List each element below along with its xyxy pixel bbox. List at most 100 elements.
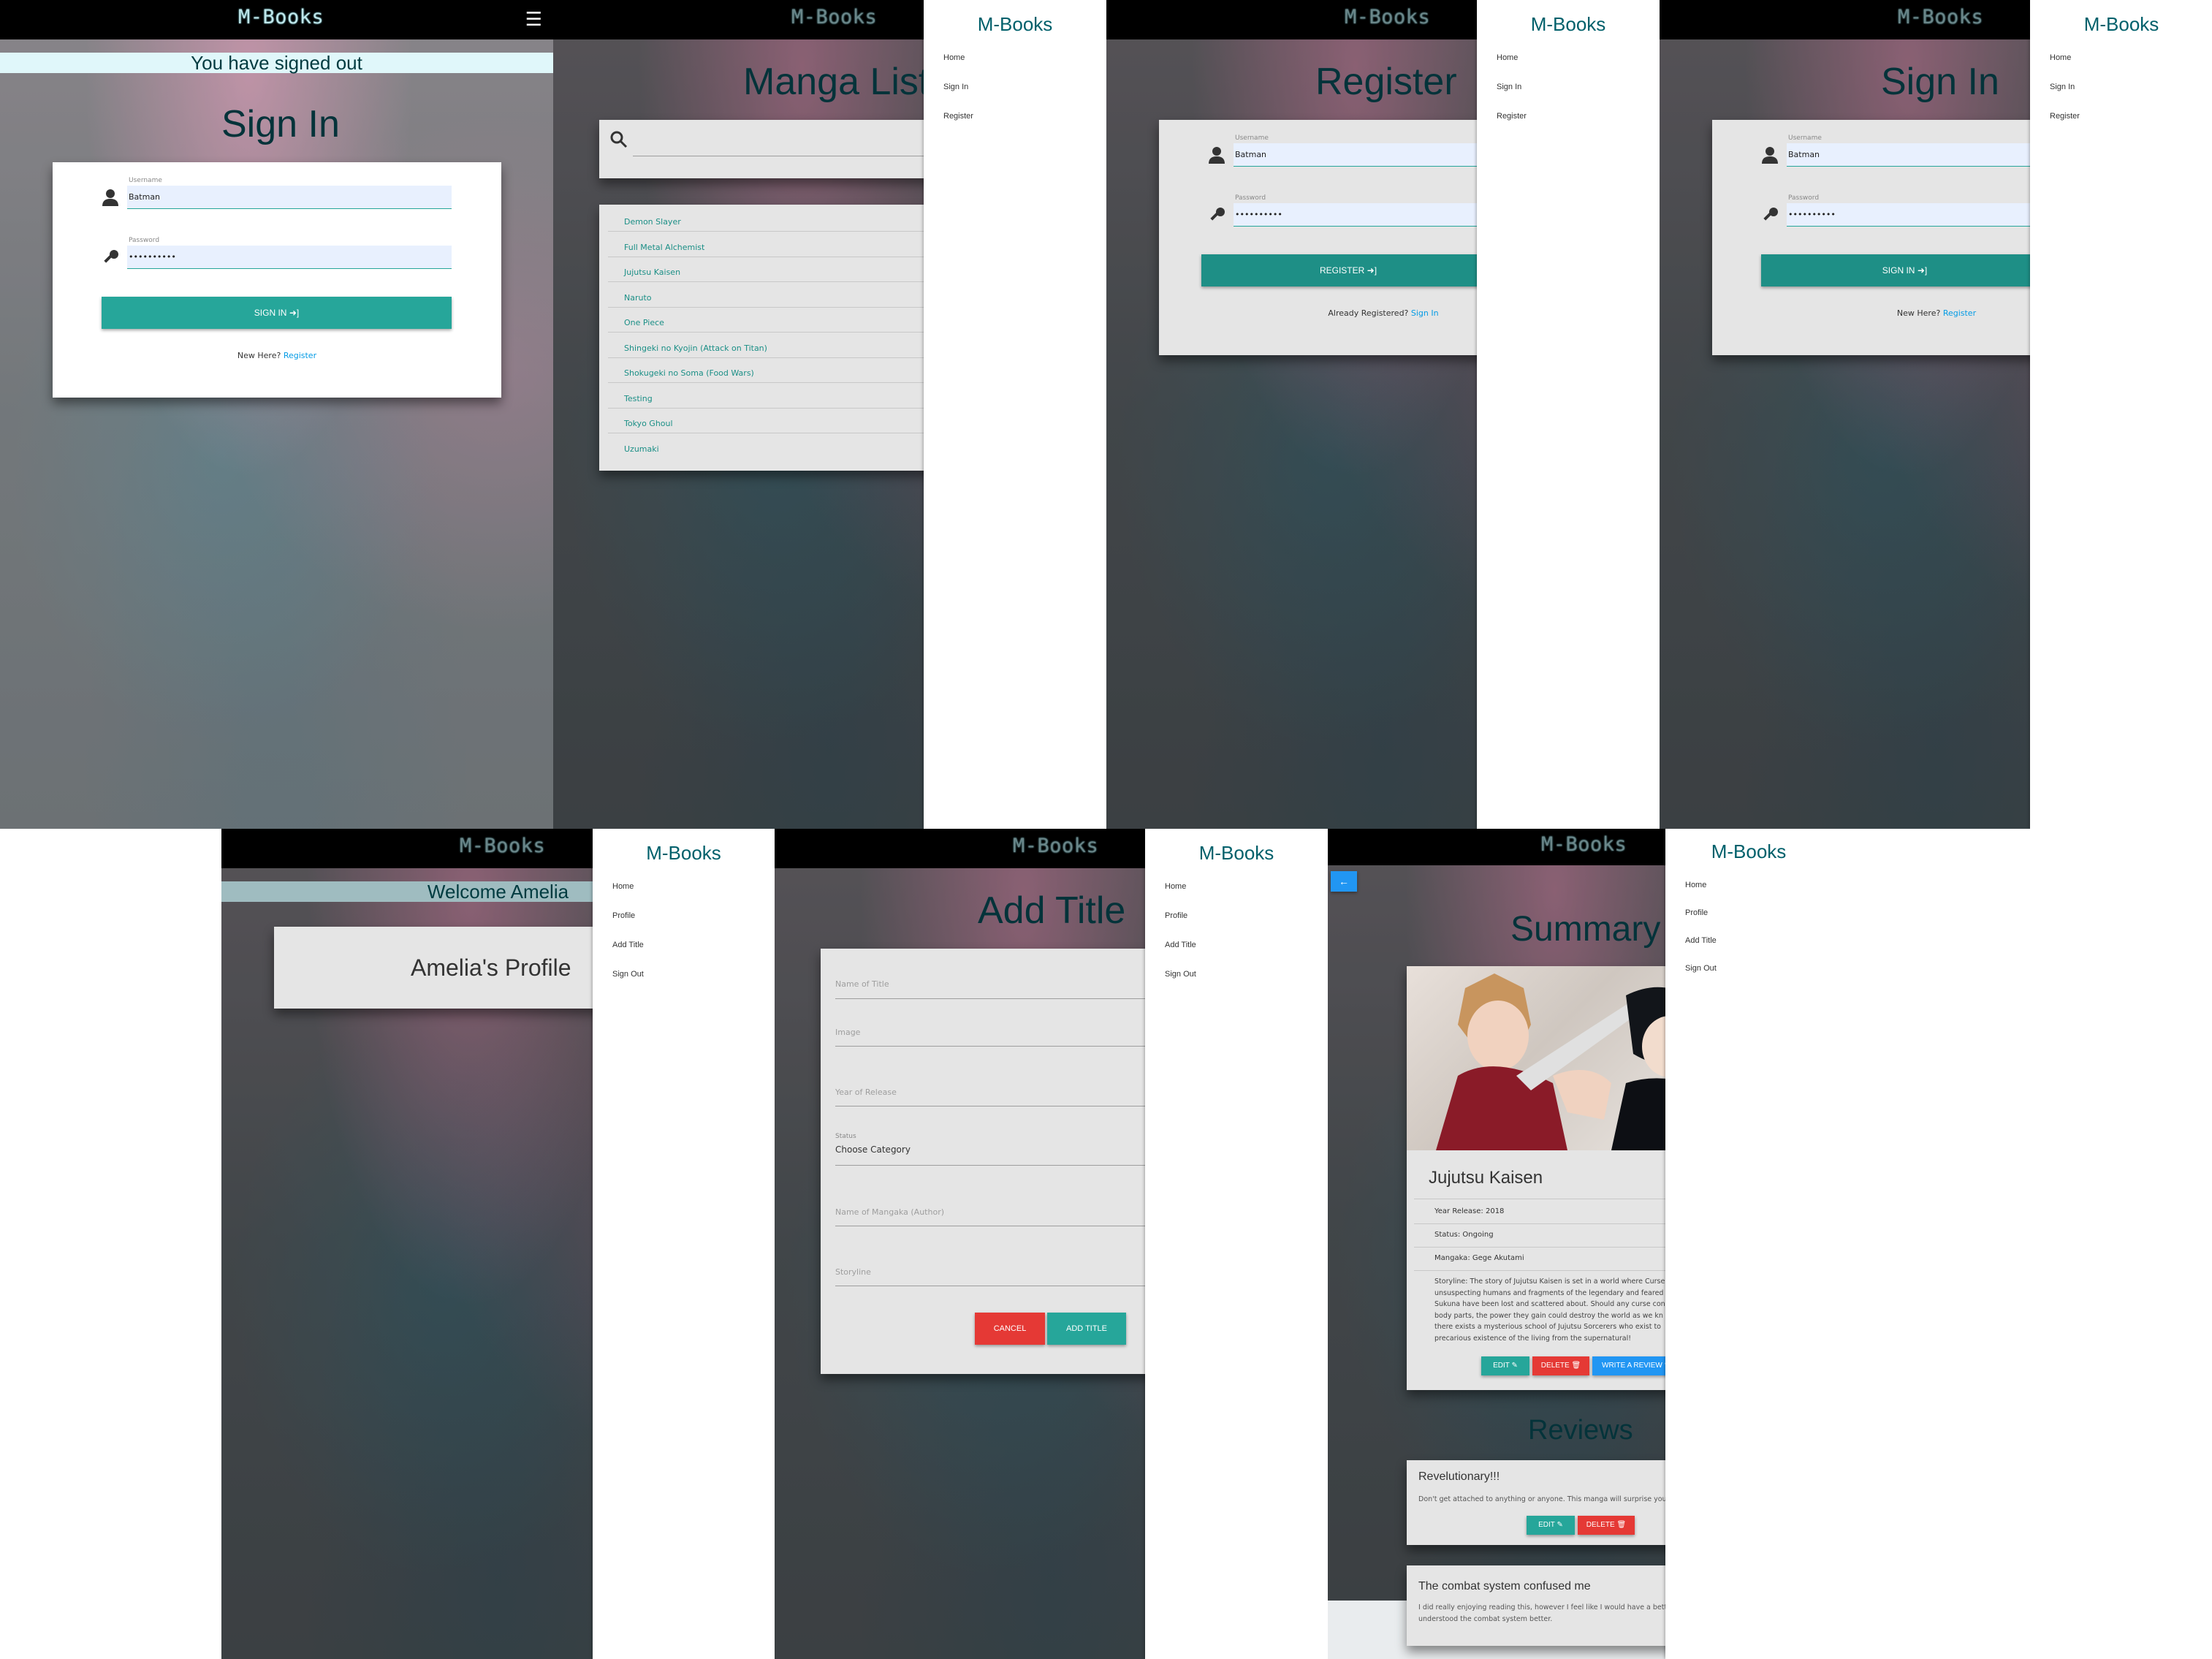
side-nav-item-profile[interactable]: Profile — [1665, 908, 1832, 936]
page-title: Manga List — [743, 61, 930, 103]
sign-in-button-label: SIGN IN — [254, 308, 287, 318]
storyline-input[interactable]: Storyline — [835, 1267, 871, 1277]
password-label: Password — [129, 237, 160, 244]
side-nav-item-sign-in[interactable]: Sign In — [924, 83, 1106, 112]
side-nav-item-register[interactable]: Register — [1477, 112, 1660, 141]
search-card — [599, 120, 935, 178]
username-input[interactable]: Batman — [1787, 143, 2048, 167]
side-nav-item-home[interactable]: Home — [2030, 53, 2212, 83]
side-nav-item-sign-out[interactable]: Sign Out — [1145, 970, 1328, 999]
password-input[interactable]: •••••••••• — [1787, 203, 2048, 227]
password-input[interactable]: •••••••••• — [1234, 203, 1495, 227]
list-item[interactable]: Testing — [624, 394, 653, 403]
sign-in-icon: ➜] — [1917, 265, 1928, 276]
password-input[interactable]: •••••••••• — [127, 246, 452, 269]
search-input[interactable] — [633, 133, 932, 156]
register-card: Username Batman Password •••••••••• REGI… — [1159, 120, 1495, 355]
brand-logo[interactable]: M-Books — [791, 6, 877, 29]
delete-button[interactable]: DELETE 🗑 — [1532, 1356, 1589, 1375]
side-nav-item-add-title[interactable]: Add Title — [1145, 941, 1328, 970]
side-nav-item-home[interactable]: Home — [924, 53, 1106, 83]
side-nav-item-home[interactable]: Home — [1477, 53, 1660, 83]
username-input[interactable]: Batman — [1234, 143, 1495, 167]
footer-prefix: Already Registered? — [1328, 308, 1409, 318]
side-nav-logo[interactable]: M-Books — [1477, 13, 1660, 36]
image-input[interactable]: Image — [835, 1028, 860, 1037]
register-link[interactable]: Register — [284, 351, 316, 360]
list-item[interactable]: Uzumaki — [624, 444, 659, 454]
profile-title: Amelia's Profile — [411, 954, 571, 981]
username-input[interactable]: Batman — [127, 186, 452, 209]
signin-card: Username Batman Password •••••••••• SIGN… — [53, 162, 501, 398]
brand-logo[interactable]: M-Books — [1013, 835, 1098, 857]
list-item[interactable]: Shingeki no Kyojin (Attack on Titan) — [624, 343, 767, 353]
name-of-title-input[interactable]: Name of Title — [835, 979, 889, 989]
review-text: understood the combat system better. — [1418, 1615, 1553, 1623]
year-of-release-input[interactable]: Year of Release — [835, 1087, 897, 1097]
side-nav-item-home[interactable]: Home — [1145, 882, 1328, 911]
side-nav-logo[interactable]: M-Books — [593, 842, 775, 865]
status-select[interactable]: Choose Category — [835, 1144, 911, 1155]
side-nav-item-profile[interactable]: Profile — [1145, 911, 1328, 941]
sign-in-button[interactable]: SIGN IN ➜] — [102, 297, 452, 329]
manga-list-card: Demon Slayer Full Metal Alchemist Jujuts… — [599, 205, 935, 471]
side-nav-item-home[interactable]: Home — [593, 882, 775, 911]
signin-footer: New Here? Register — [53, 351, 501, 360]
sign-in-icon: ➜] — [1367, 265, 1377, 276]
divider — [608, 332, 935, 333]
brand-logo[interactable]: M-Books — [460, 835, 545, 857]
list-item[interactable]: One Piece — [624, 318, 664, 327]
register-link[interactable]: Register — [1943, 308, 1976, 318]
user-icon — [1209, 146, 1225, 167]
hamburger-menu-icon[interactable]: ☰ — [525, 9, 542, 31]
list-item[interactable]: Jujutsu Kaisen — [624, 267, 680, 277]
list-item[interactable]: Tokyo Ghoul — [624, 419, 673, 428]
add-title-button[interactable]: ADD TITLE — [1047, 1313, 1126, 1345]
brand-logo[interactable]: M-Books — [1345, 6, 1430, 29]
back-arrow-button[interactable]: ← — [1331, 871, 1357, 892]
mangaka: Mangaka: Gege Akutami — [1434, 1254, 1524, 1262]
status-label: Status — [835, 1133, 856, 1140]
side-nav-item-add-title[interactable]: Add Title — [1665, 936, 1832, 964]
side-nav-item-add-title[interactable]: Add Title — [593, 941, 775, 970]
review-text: Don't get attached to anything or anyone… — [1418, 1495, 1667, 1503]
mangaka-input[interactable]: Name of Mangaka (Author) — [835, 1207, 944, 1217]
divider — [608, 357, 935, 358]
list-item[interactable]: Shokugeki no Soma (Food Wars) — [624, 368, 754, 378]
side-nav: M-Books Home Profile Add Title Sign Out — [593, 829, 775, 1659]
side-nav: M-Books Home Sign In Register — [2030, 0, 2212, 829]
side-nav-item-sign-out[interactable]: Sign Out — [593, 970, 775, 999]
password-label: Password — [1788, 194, 1820, 202]
page-title: Sign In — [1881, 61, 1999, 103]
edit-review-button[interactable]: EDIT ✎ — [1527, 1516, 1575, 1535]
side-nav-item-home[interactable]: Home — [1665, 881, 1832, 908]
user-icon — [102, 189, 118, 209]
username-label: Username — [129, 177, 162, 184]
side-nav-item-profile[interactable]: Profile — [593, 911, 775, 941]
list-item[interactable]: Naruto — [624, 293, 652, 303]
register-button[interactable]: REGISTER ➜] — [1201, 254, 1495, 286]
side-nav-logo[interactable]: M-Books — [1145, 842, 1328, 865]
side-nav-logo[interactable]: M-Books — [2030, 13, 2212, 36]
review-title: Revelutionary!!! — [1418, 1470, 1500, 1483]
side-nav-item-sign-in[interactable]: Sign In — [2030, 83, 2212, 112]
brand-logo[interactable]: M-Books — [238, 6, 324, 29]
sign-in-link[interactable]: Sign In — [1411, 308, 1439, 318]
side-nav-item-sign-out[interactable]: Sign Out — [1665, 964, 1832, 992]
edit-button[interactable]: EDIT ✎ — [1481, 1356, 1529, 1375]
side-nav-logo[interactable]: M-Books — [1665, 840, 1832, 863]
brand-logo[interactable]: M-Books — [1898, 6, 1983, 29]
side-nav-item-register[interactable]: Register — [2030, 112, 2212, 141]
side-nav-item-sign-in[interactable]: Sign In — [1477, 83, 1660, 112]
list-item[interactable]: Demon Slayer — [624, 217, 681, 227]
panel-add-title: M-Books Add Title Name of Title Image Ye… — [775, 829, 1328, 1659]
side-nav-logo[interactable]: M-Books — [924, 13, 1106, 36]
sign-in-button[interactable]: SIGN IN ➜] — [1761, 254, 2048, 286]
input-underline — [835, 998, 1157, 999]
list-item[interactable]: Full Metal Alchemist — [624, 243, 704, 252]
brand-logo[interactable]: M-Books — [1541, 833, 1627, 856]
cancel-button[interactable]: CANCEL — [975, 1313, 1045, 1345]
page-title: Add Title — [978, 889, 1126, 932]
delete-review-button[interactable]: DELETE 🗑 — [1578, 1516, 1635, 1535]
side-nav-item-register[interactable]: Register — [924, 112, 1106, 141]
